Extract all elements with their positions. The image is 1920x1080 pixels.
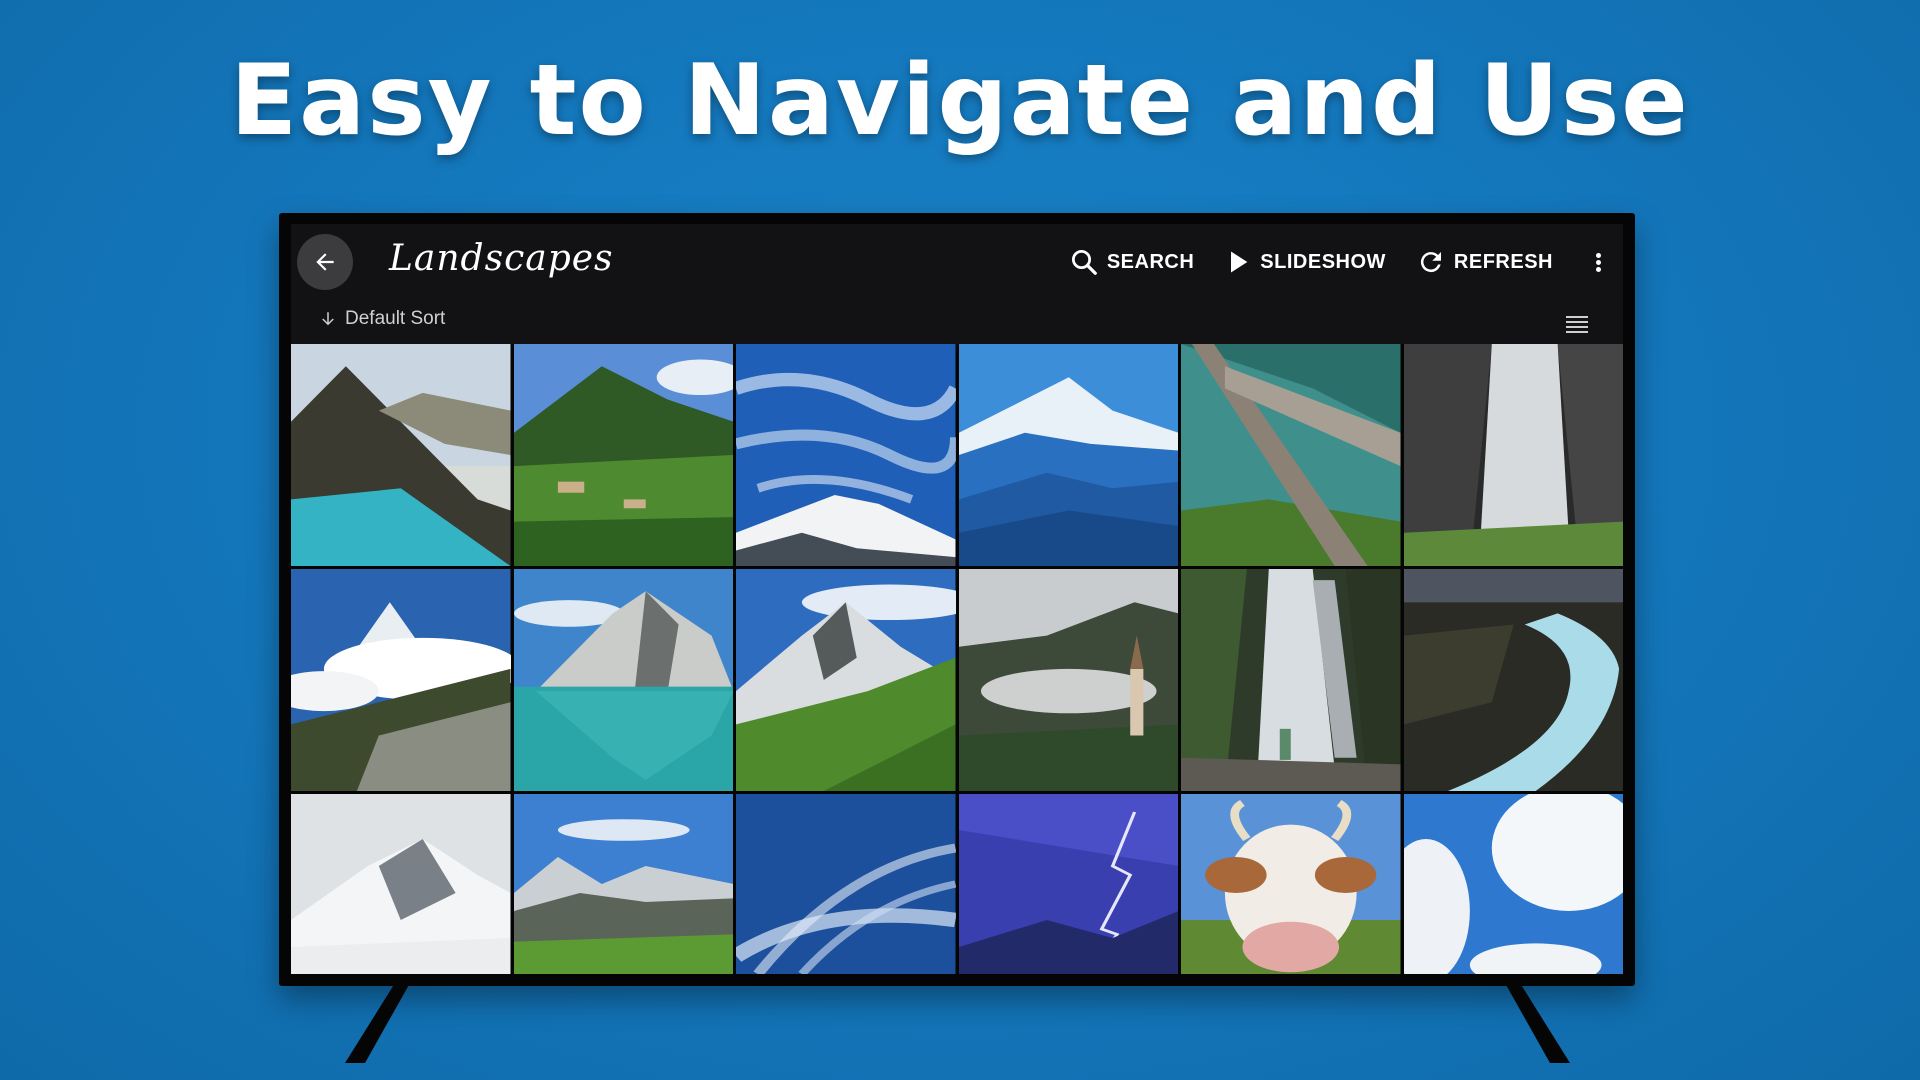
photo-grid xyxy=(291,344,1623,975)
tv-stand-left xyxy=(345,983,410,1063)
slideshow-button[interactable]: SLIDESHOW xyxy=(1224,238,1386,286)
toolbar-actions: SEARCH SLIDESHOW REFRESH xyxy=(1069,238,1623,286)
photo-valley-church-mist[interactable] xyxy=(958,569,1178,791)
headline: Easy to Navigate and Use xyxy=(230,44,1690,158)
list-view-icon xyxy=(1566,316,1588,333)
refresh-button[interactable]: REFRESH xyxy=(1416,238,1553,286)
photo-wispy-clouds-sky[interactable] xyxy=(736,794,956,974)
more-vert-icon xyxy=(1595,251,1601,274)
photo-glacial-river-lava[interactable] xyxy=(1403,569,1623,791)
slideshow-label: SLIDESHOW xyxy=(1260,250,1386,273)
photo-fjord-lake[interactable] xyxy=(291,344,511,566)
search-icon xyxy=(1071,250,1097,275)
photo-white-clouds-sky[interactable] xyxy=(1403,794,1623,974)
photo-cow-closeup[interactable] xyxy=(1181,794,1401,974)
photo-alpine-meadow-peak[interactable] xyxy=(736,569,956,791)
photo-green-mountain-village[interactable] xyxy=(513,344,733,566)
app-screen: Landscapes SEARCH SLIDESHOW REFRESH Defa… xyxy=(291,224,1623,975)
refresh-icon xyxy=(1420,252,1441,273)
sort-bar: Default Sort xyxy=(291,304,1623,340)
photo-alpine-valley-peaks[interactable] xyxy=(513,794,733,974)
list-view-button[interactable] xyxy=(1565,314,1589,339)
photo-clouded-alpine-peak[interactable] xyxy=(291,569,511,791)
sort-label: Default Sort xyxy=(345,308,446,329)
tv-frame: Landscapes SEARCH SLIDESHOW REFRESH Defa… xyxy=(279,213,1635,986)
app-toolbar: Landscapes SEARCH SLIDESHOW REFRESH xyxy=(291,224,1623,300)
photo-hiker-waterfall[interactable] xyxy=(1181,569,1401,791)
photo-cirrus-sky-snow-peak[interactable] xyxy=(736,344,956,566)
play-icon xyxy=(1231,251,1248,273)
photo-blue-mountain-range[interactable] xyxy=(958,344,1178,566)
photo-mountain-lake-reflection[interactable] xyxy=(513,569,733,791)
more-options-button[interactable] xyxy=(1583,238,1613,286)
sort-selector[interactable]: Default Sort xyxy=(319,308,445,330)
arrow-down-icon xyxy=(322,312,334,326)
photo-waterfall-cliff[interactable] xyxy=(1403,344,1623,566)
photo-snow-peak-fog[interactable] xyxy=(291,794,511,974)
album-title: Landscapes xyxy=(389,238,614,279)
search-label: SEARCH xyxy=(1106,250,1195,273)
back-button[interactable] xyxy=(297,234,353,290)
photo-fallen-tree-water[interactable] xyxy=(1181,344,1401,566)
tv-stand-right xyxy=(1505,983,1570,1063)
photo-lightning-storm[interactable] xyxy=(958,794,1178,974)
refresh-label: REFRESH xyxy=(1453,250,1553,273)
back-arrow-icon xyxy=(316,253,334,271)
search-button[interactable]: SEARCH xyxy=(1069,238,1194,286)
